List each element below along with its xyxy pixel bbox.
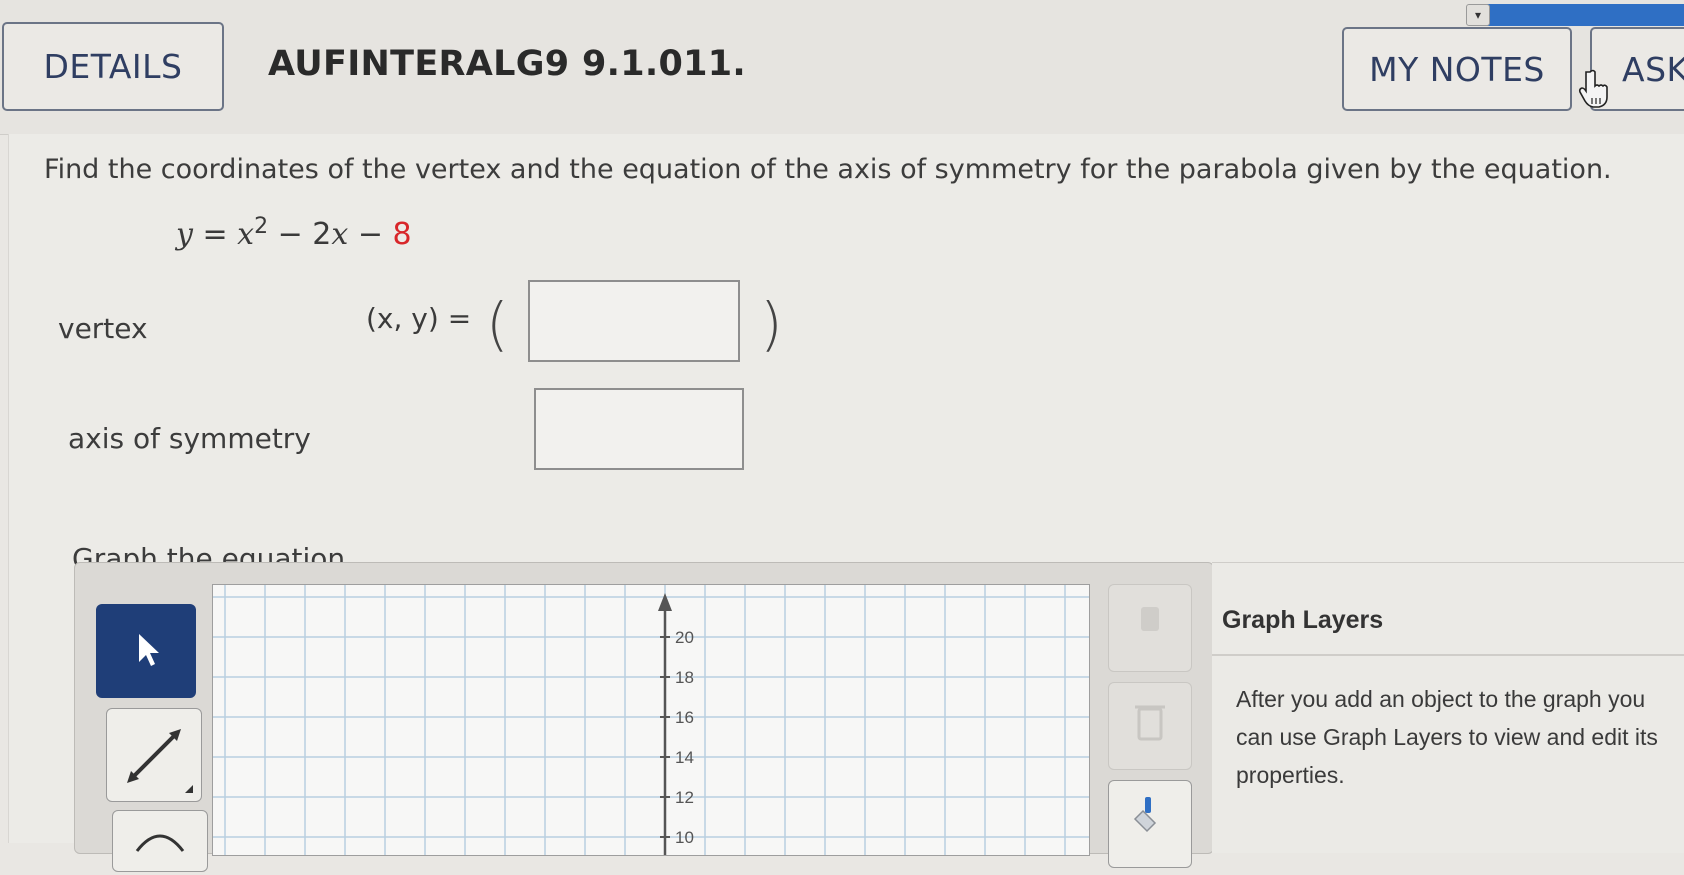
equation-x: x <box>237 217 255 252</box>
no-solution-icon <box>1141 607 1159 631</box>
open-paren: ( <box>486 290 509 358</box>
graph-canvas[interactable]: 20 18 16 14 12 10 <box>212 584 1090 856</box>
equation-exponent: 2 <box>254 214 269 239</box>
vertex-input[interactable] <box>528 280 740 362</box>
axis-label: axis of symmetry <box>68 422 311 455</box>
top-blue-strip <box>1470 4 1684 26</box>
help-line-1: After you add an object to the graph you <box>1236 686 1646 712</box>
layers-divider <box>1212 654 1684 656</box>
no-solution-button[interactable] <box>1108 584 1192 672</box>
chevron-down-icon[interactable]: ▾ <box>1466 4 1490 26</box>
equation-equals: = <box>192 217 238 252</box>
equation-middle-term: − 2 <box>268 217 332 252</box>
help-line-2: can use Graph Layers to view and edit it… <box>1236 724 1658 750</box>
hand-cursor-icon <box>1578 69 1608 108</box>
graph-layers-title: Graph Layers <box>1222 606 1384 634</box>
trash-icon <box>1135 705 1165 741</box>
y-tick-label: 14 <box>675 748 694 767</box>
y-tick-label: 18 <box>675 668 694 687</box>
parabola-equation: y = x2 − 2x − 8 <box>176 214 412 252</box>
delete-button[interactable] <box>1108 682 1192 770</box>
coordinate-grid[interactable]: 20 18 16 14 12 10 <box>213 585 1089 855</box>
y-axis-arrow-icon <box>658 593 672 611</box>
axis-input[interactable] <box>534 388 744 470</box>
double-arrow-line-icon <box>127 729 193 793</box>
circle-tool-button[interactable] <box>112 810 208 872</box>
arrow-pointer-icon <box>139 634 159 666</box>
y-tick-label: 16 <box>675 708 694 727</box>
close-paren: ) <box>760 290 783 358</box>
equation-minus: − <box>348 217 393 252</box>
y-tick-label: 20 <box>675 628 694 647</box>
y-tick-label: 12 <box>675 788 694 807</box>
my-notes-button[interactable]: MY NOTES <box>1342 27 1572 111</box>
equation-x-linear: x <box>331 217 349 252</box>
circle-icon <box>135 834 185 852</box>
details-button[interactable]: DETAILS <box>2 22 224 111</box>
paint-bucket-icon <box>1133 797 1157 833</box>
vertex-prefix: (x, y) = <box>366 302 472 335</box>
line-tool-button[interactable] <box>106 708 202 802</box>
question-prompt: Find the coordinates of the vertex and t… <box>44 154 1612 185</box>
help-line-3: properties. <box>1236 762 1345 788</box>
graph-layers-help: After you add an object to the graph you… <box>1236 680 1684 794</box>
pointer-tool-button[interactable] <box>96 604 196 698</box>
question-id: AUFINTERALG9 9.1.011. <box>268 44 746 84</box>
vertex-label: vertex <box>58 312 148 345</box>
equation-constant: 8 <box>392 217 412 252</box>
equation-y: y <box>176 217 193 252</box>
y-tick-label: 10 <box>675 828 694 847</box>
fill-button[interactable] <box>1108 780 1192 868</box>
